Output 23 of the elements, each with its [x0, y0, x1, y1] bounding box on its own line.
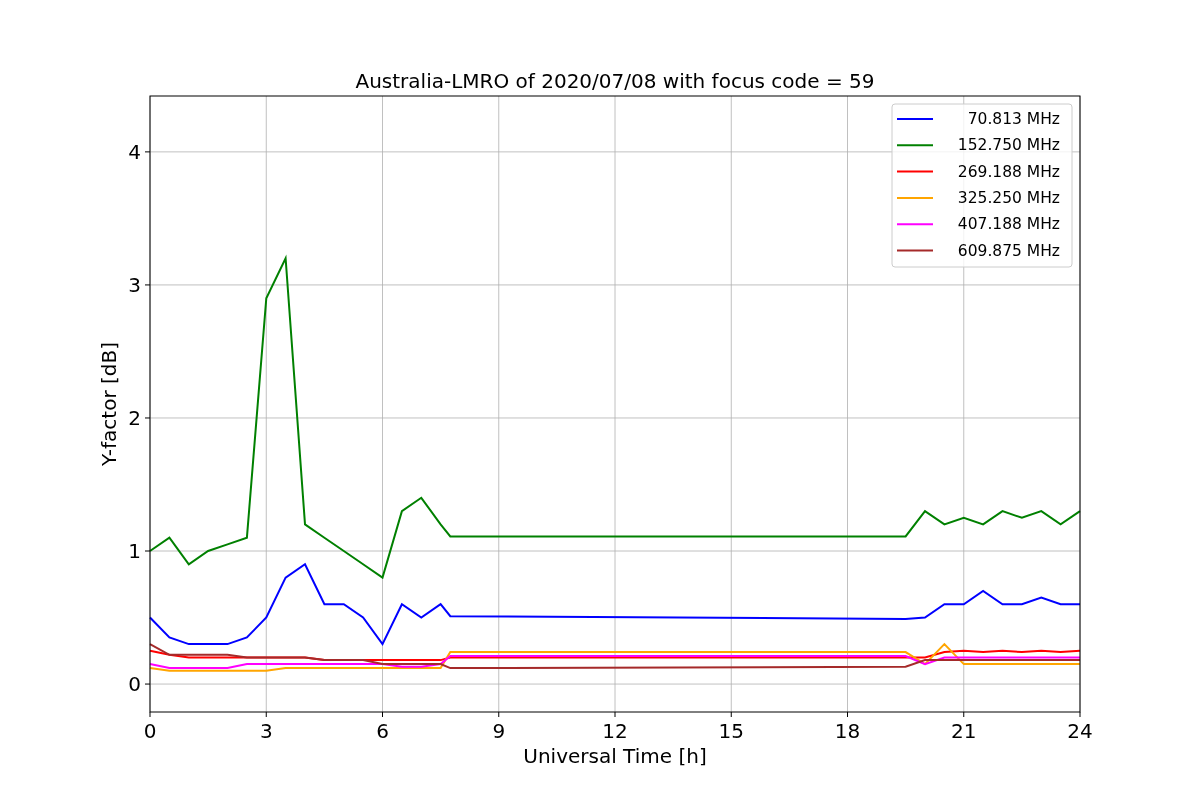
x-tick-label: 15: [718, 719, 744, 743]
y-tick-label: 4: [128, 139, 141, 164]
legend-label: 269.188 MHz: [957, 162, 1060, 181]
x-tick-label: 12: [602, 719, 628, 743]
x-tick-label: 6: [376, 719, 389, 743]
y-tick-label: 1: [128, 539, 141, 563]
x-tick-label: 24: [1067, 719, 1093, 743]
legend-label: 70.813 MHz: [967, 110, 1060, 128]
x-tick-label: 0: [143, 719, 157, 743]
legend-label: 407.188 MHz: [957, 215, 1060, 234]
y-axis-label: Y-factor [dB]: [97, 342, 121, 466]
x-axis-label: Universal Time [h]: [523, 744, 707, 768]
chart-title: Australia-LMRO of 2020/07/08 with focus code = 59: [355, 69, 875, 93]
x-tick-label: 9: [492, 719, 506, 743]
y-tick-label: 0: [128, 672, 141, 697]
legend-label: 609.875 MHz: [957, 241, 1060, 260]
x-tick-label: 18: [834, 719, 861, 743]
x-tick-label: 21: [951, 719, 977, 743]
legend-label: 325.250 MHz: [957, 188, 1060, 207]
y-tick-label: 2: [128, 405, 141, 430]
y-tick-label: 3: [128, 272, 141, 297]
legend-label: 152.750 MHz: [957, 136, 1060, 155]
x-tick-label: 3: [259, 719, 273, 743]
